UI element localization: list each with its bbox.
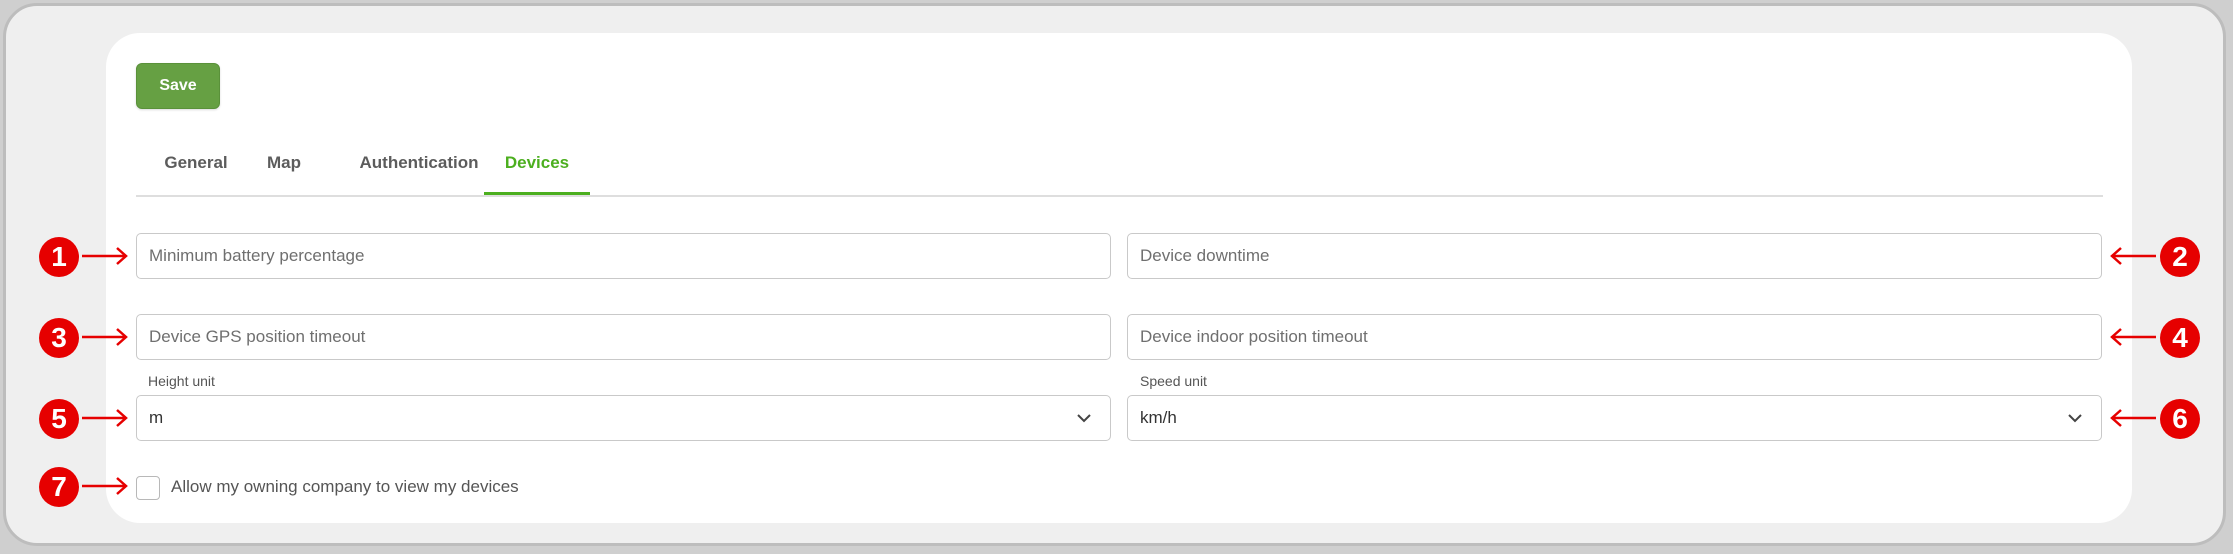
- arrow-icon: [2110, 409, 2156, 427]
- settings-tabs: General Map Authentication Devices: [136, 140, 2103, 197]
- annotation-badge-3: 3: [39, 318, 79, 358]
- tab-authentication[interactable]: Authentication: [334, 140, 504, 195]
- device-downtime-input[interactable]: Device downtime: [1127, 233, 2102, 279]
- tab-general[interactable]: General: [156, 140, 236, 195]
- allow-company-view-label: Allow my owning company to view my devic…: [171, 477, 519, 496]
- arrow-icon: [82, 477, 128, 495]
- gps-timeout-input[interactable]: Device GPS position timeout: [136, 314, 1111, 360]
- arrow-icon: [82, 328, 128, 346]
- tab-devices[interactable]: Devices: [484, 140, 590, 195]
- chevron-down-icon: [2068, 414, 2082, 423]
- height-unit-value: m: [149, 408, 164, 427]
- save-button[interactable]: Save: [136, 63, 220, 109]
- annotation-badge-5: 5: [39, 399, 79, 439]
- minimum-battery-input[interactable]: Minimum battery percentage: [136, 233, 1111, 279]
- speed-unit-select[interactable]: km/h: [1127, 395, 2102, 441]
- annotation-badge-6: 6: [2160, 399, 2200, 439]
- arrow-icon: [2110, 328, 2156, 346]
- arrow-icon: [2110, 247, 2156, 265]
- chevron-down-icon: [1077, 414, 1091, 423]
- arrow-icon: [82, 409, 128, 427]
- height-unit-select[interactable]: m: [136, 395, 1111, 441]
- annotation-badge-4: 4: [2160, 318, 2200, 358]
- annotation-badge-1: 1: [39, 237, 79, 277]
- indoor-timeout-input[interactable]: Device indoor position timeout: [1127, 314, 2102, 360]
- annotation-badge-2: 2: [2160, 237, 2200, 277]
- speed-unit-label: Speed unit: [1140, 373, 1207, 389]
- arrow-icon: [82, 247, 128, 265]
- height-unit-label: Height unit: [148, 373, 215, 389]
- allow-company-view-checkbox[interactable]: [136, 476, 160, 500]
- speed-unit-value: km/h: [1140, 408, 1177, 427]
- annotation-badge-7: 7: [39, 467, 79, 507]
- tab-map[interactable]: Map: [256, 140, 312, 195]
